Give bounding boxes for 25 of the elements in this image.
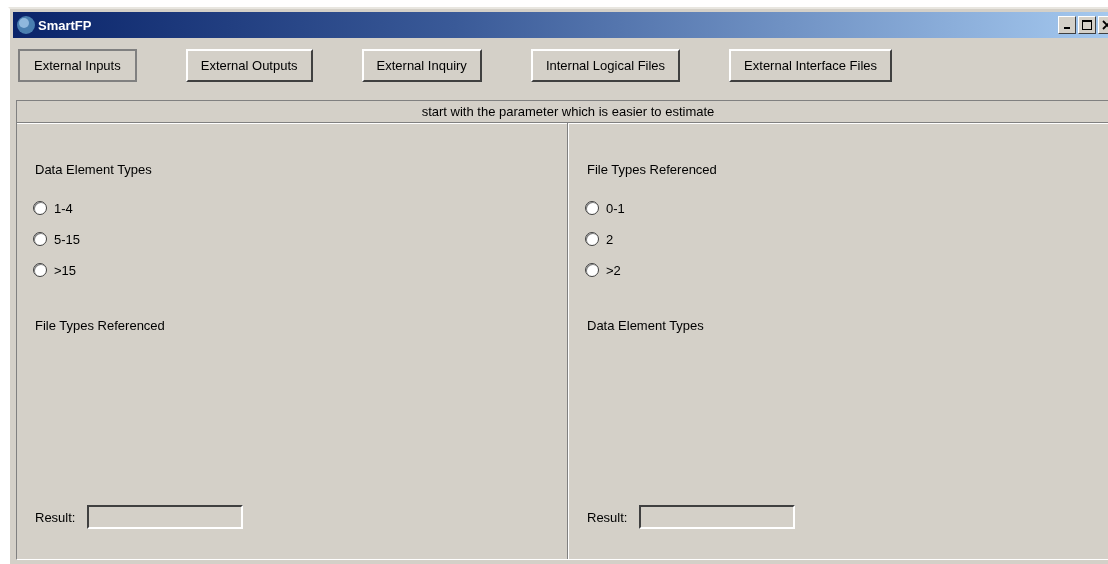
tab-button[interactable]: External Inputs bbox=[18, 49, 137, 82]
radio-option[interactable]: 0-1 bbox=[585, 199, 1108, 217]
tab-button[interactable]: External Inquiry bbox=[361, 49, 482, 82]
group-heading: File Types Referenced bbox=[587, 161, 718, 179]
group-heading: File Types Referenced bbox=[35, 317, 166, 335]
maximize-button[interactable] bbox=[1078, 16, 1096, 34]
result-label: Result: bbox=[587, 509, 628, 525]
radio-option[interactable]: 1-4 bbox=[33, 199, 567, 217]
group-heading: Data Element Types bbox=[587, 317, 705, 335]
radio-option[interactable]: 5-15 bbox=[33, 230, 567, 248]
radio-option[interactable]: >15 bbox=[33, 261, 567, 279]
hint-bar: start with the parameter which is easier to estimate bbox=[17, 101, 1108, 123]
tab-button[interactable]: Internal Logical Files bbox=[530, 49, 681, 82]
minimize-button[interactable] bbox=[1058, 16, 1076, 34]
tab-button[interactable]: External Interface Files bbox=[729, 49, 893, 82]
result-field[interactable] bbox=[639, 505, 796, 529]
radio-option[interactable]: >2 bbox=[585, 261, 1108, 279]
result-label: Result: bbox=[35, 509, 76, 525]
radio-option[interactable]: 2 bbox=[585, 230, 1108, 248]
tab-button[interactable]: External Outputs bbox=[185, 49, 313, 82]
group-heading: Data Element Types bbox=[35, 161, 153, 179]
globe-icon bbox=[16, 15, 36, 35]
result-field[interactable] bbox=[87, 505, 244, 529]
window-title: SmartFP bbox=[38, 17, 92, 33]
maximize-icon bbox=[1082, 20, 1092, 30]
